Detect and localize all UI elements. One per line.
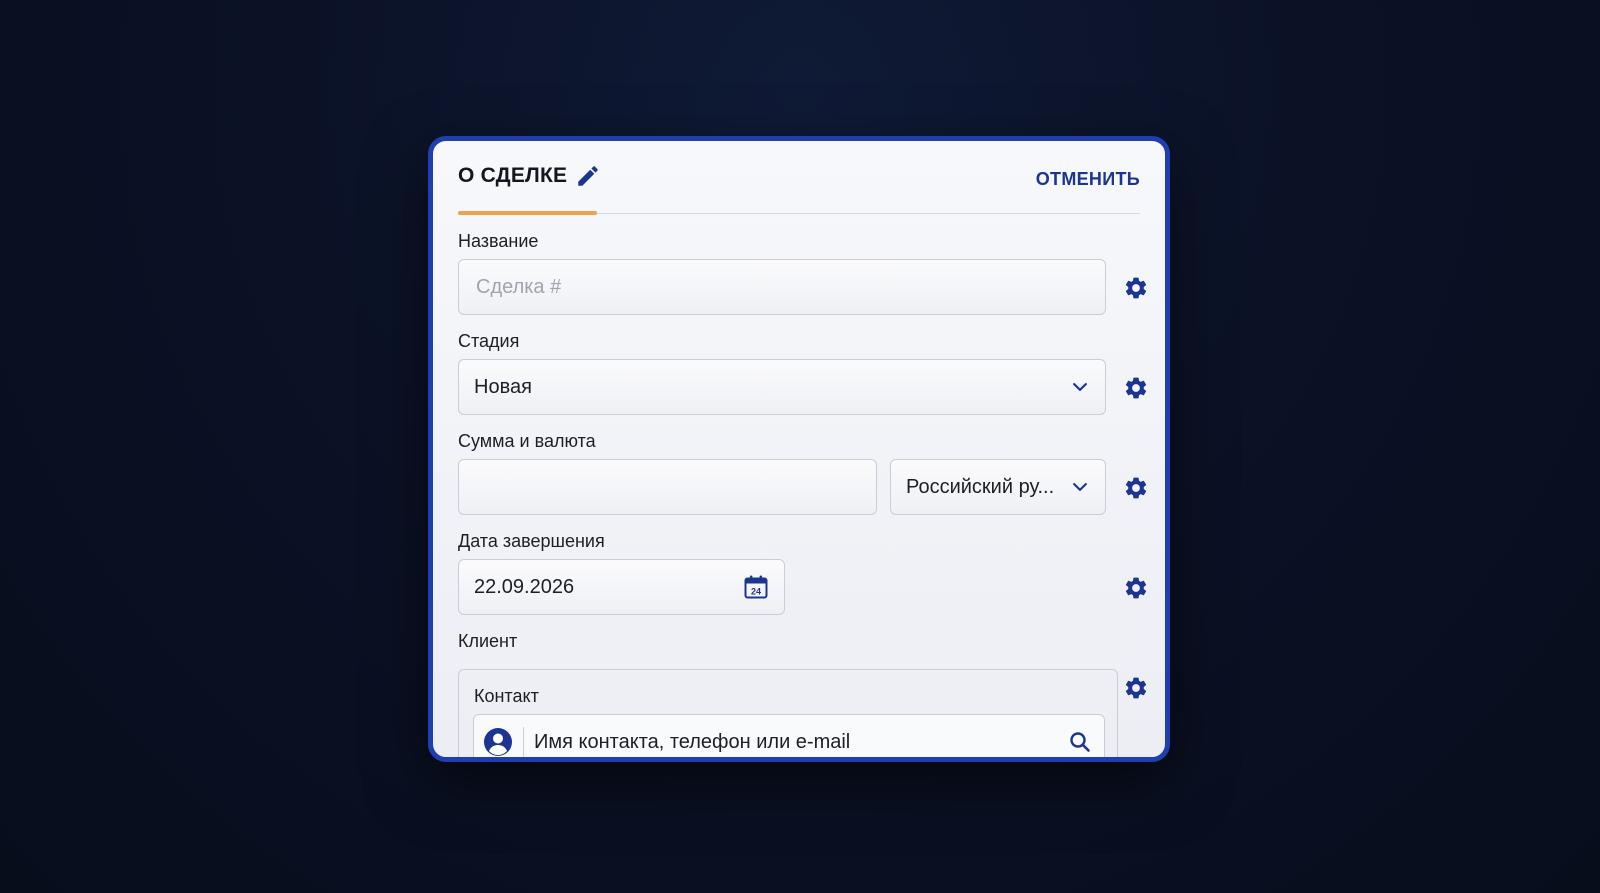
- stage-selected-value: Новая: [474, 375, 532, 398]
- gear-icon[interactable]: [1123, 675, 1149, 701]
- gear-icon[interactable]: [1123, 275, 1149, 301]
- gear-icon[interactable]: [1123, 475, 1149, 501]
- stage-label: Стадия: [458, 331, 520, 351]
- stage-select[interactable]: Новая: [458, 359, 1106, 415]
- contact-search-input[interactable]: Имя контакта, телефон или e-mail: [534, 731, 1068, 754]
- currency-selected-value: Российский ру...: [906, 475, 1055, 498]
- active-tab-underline: [458, 211, 597, 215]
- field-divider: [523, 727, 524, 757]
- close-date-value: 22.09.2026: [474, 575, 575, 598]
- contact-label: Контакт: [474, 686, 539, 706]
- amount-field[interactable]: [458, 459, 877, 515]
- name-input[interactable]: [474, 274, 1090, 300]
- contact-search-field[interactable]: Имя контакта, телефон или e-mail: [473, 714, 1105, 757]
- client-label: Клиент: [458, 631, 518, 651]
- gear-icon[interactable]: [1123, 575, 1149, 601]
- chevron-down-icon[interactable]: [1070, 477, 1090, 497]
- amount-input[interactable]: [474, 474, 861, 500]
- close-date-field[interactable]: 22.09.2026 24: [458, 559, 785, 615]
- name-field[interactable]: [458, 259, 1106, 315]
- client-section: Контакт Имя контакта, телефон или e-mail: [458, 669, 1118, 757]
- form-header: О СДЕЛКЕ ОТМЕНИТЬ: [458, 141, 1140, 215]
- title-wrap: О СДЕЛКЕ: [458, 163, 601, 189]
- calendar-day-number: 24: [751, 587, 761, 597]
- close-date-label: Дата завершения: [458, 531, 605, 551]
- calendar-icon[interactable]: 24: [743, 574, 769, 600]
- cancel-button[interactable]: ОТМЕНИТЬ: [1036, 169, 1140, 190]
- form-title: О СДЕЛКЕ: [458, 164, 568, 187]
- gear-icon[interactable]: [1123, 375, 1149, 401]
- user-avatar-icon: [484, 728, 512, 756]
- pencil-icon[interactable]: [575, 163, 601, 189]
- name-label: Название: [458, 231, 539, 251]
- chevron-down-icon[interactable]: [1070, 377, 1090, 397]
- deal-form-card: О СДЕЛКЕ ОТМЕНИТЬ Название Стадия Новая …: [428, 136, 1170, 762]
- search-icon[interactable]: [1068, 730, 1092, 754]
- currency-select[interactable]: Российский ру...: [890, 459, 1106, 515]
- amount-label: Сумма и валюта: [458, 431, 596, 451]
